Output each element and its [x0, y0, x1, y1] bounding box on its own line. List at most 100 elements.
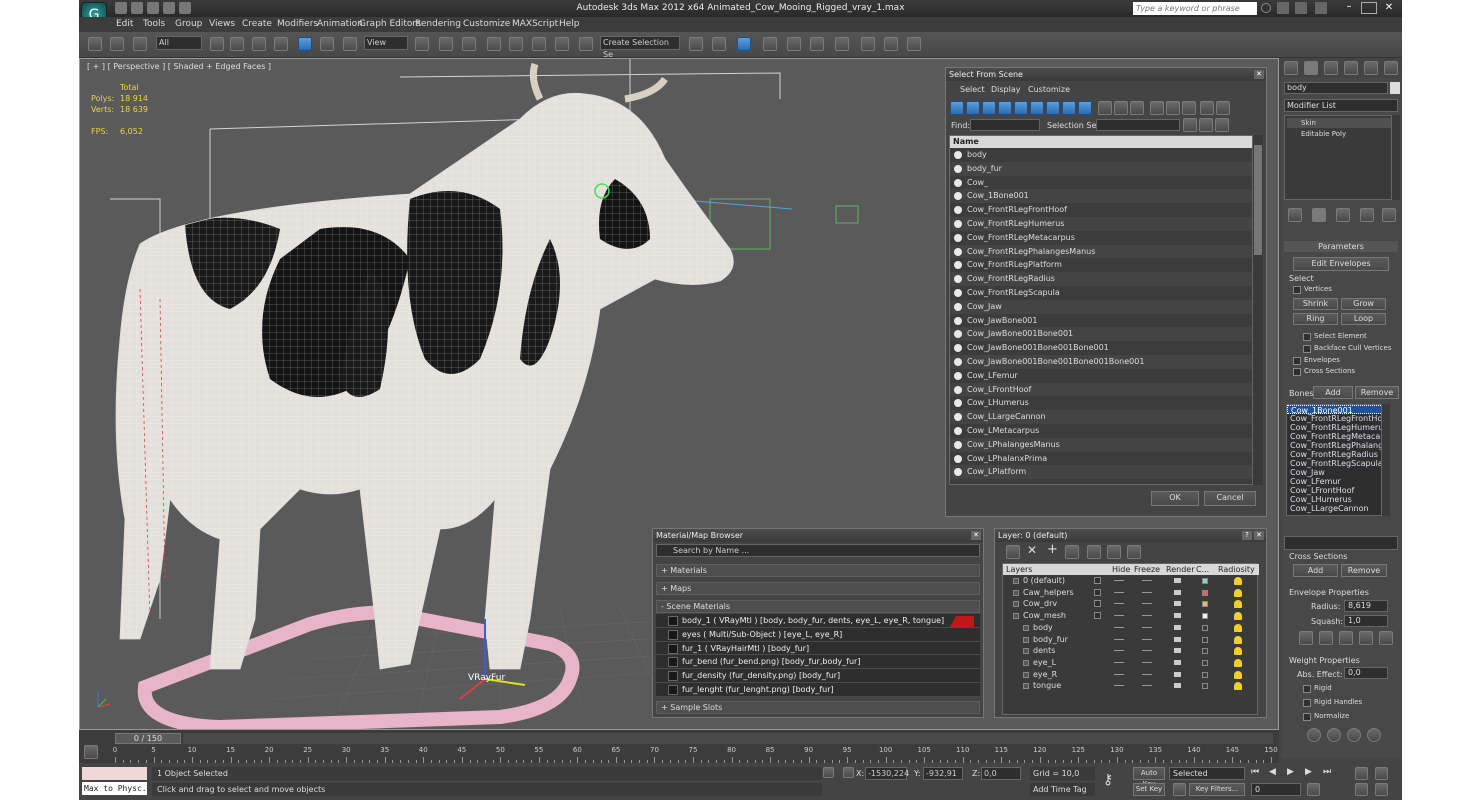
display-children-icon[interactable]	[1150, 101, 1164, 115]
bones-remove-button[interactable]: Remove	[1355, 386, 1399, 399]
rigid-handles-checkbox[interactable]	[1303, 699, 1311, 707]
layer-row[interactable]: eye_R	[1003, 669, 1259, 681]
edit-named-selection-icon[interactable]	[579, 37, 593, 51]
select-from-scene-close-icon[interactable]: ✕	[1254, 70, 1264, 79]
layer-col-freeze[interactable]: Freeze	[1134, 564, 1160, 575]
sfs-filter-funnel-icon[interactable]	[1200, 101, 1214, 115]
bone-list-item[interactable]: Cow_1Bone001	[1287, 405, 1381, 415]
menu-group[interactable]: Group	[175, 19, 202, 29]
select-element-checkbox[interactable]	[1303, 333, 1311, 341]
scene-object-row[interactable]: Cow_LHumerus	[950, 396, 1252, 411]
goto-end-icon[interactable]: ⏭	[1323, 767, 1331, 777]
sfs-cancel-button[interactable]: Cancel	[1204, 491, 1256, 506]
filter-none-icon[interactable]	[1114, 101, 1128, 115]
absolute-transform-icon[interactable]	[843, 767, 854, 778]
scene-object-row[interactable]: Cow_LPhalangesManus	[950, 437, 1252, 452]
mmb-section-materials[interactable]: + Materials	[656, 564, 980, 577]
select-and-move-icon[interactable]	[298, 37, 312, 51]
layer-row[interactable]: dents	[1003, 645, 1259, 657]
menu-customize[interactable]: Customize	[463, 19, 510, 29]
scene-object-row[interactable]: Cow_JawBone001Bone001	[950, 327, 1252, 342]
mmb-search-input[interactable]: Search by Name ...	[656, 544, 980, 557]
new-scene-icon[interactable]	[115, 2, 127, 14]
bone-list-item[interactable]: Cow_FrontRLegRadius	[1287, 450, 1381, 459]
filter-xrefs-icon[interactable]	[1062, 101, 1076, 115]
envelopes-checkbox[interactable]	[1293, 357, 1301, 365]
bone-list-item[interactable]: Cow_FrontRLegPhalangesM	[1287, 441, 1381, 450]
scene-material-row[interactable]: fur_bend (fur_bend.png) [body_fur,body_f…	[656, 655, 980, 670]
weight-preset-b-icon[interactable]	[1327, 728, 1341, 742]
rectangular-selection-icon[interactable]	[252, 37, 266, 51]
layer-render-teapot-icon[interactable]	[1174, 671, 1181, 677]
sfs-menu-customize[interactable]: Customize	[1028, 85, 1070, 94]
layer-radiosity-bulb-icon[interactable]	[1234, 612, 1242, 621]
mmb-close-icon[interactable]: ✕	[971, 531, 981, 540]
layer-row[interactable]: tongue	[1003, 680, 1259, 692]
menu-create[interactable]: Create	[242, 19, 272, 29]
squash-input[interactable]: 1,0	[1344, 615, 1388, 627]
layer-hide-all-icon[interactable]	[1107, 545, 1121, 559]
scene-object-row[interactable]: Cow_LFrontHoof	[950, 382, 1252, 397]
layer-radiosity-bulb-icon[interactable]	[1234, 588, 1242, 597]
filter-groups-icon[interactable]	[1046, 101, 1060, 115]
filter-invert-icon[interactable]	[1130, 101, 1144, 115]
layer-radiosity-bulb-icon[interactable]	[1234, 600, 1242, 609]
layer-color-swatch[interactable]	[1202, 671, 1208, 678]
show-end-result-icon[interactable]	[1312, 208, 1326, 222]
scene-object-row[interactable]: Cow_FrontRLegMetacarpus	[950, 230, 1252, 245]
radius-input[interactable]: 8,619	[1344, 600, 1388, 612]
scene-object-row[interactable]: Cow_1Bone001	[950, 189, 1252, 204]
scene-material-row[interactable]: body_1 ( VRayMtl ) [body, body_fur, dent…	[656, 614, 980, 628]
cross-sections-checkbox[interactable]	[1293, 368, 1301, 376]
scene-object-row[interactable]: body_fur	[950, 161, 1252, 176]
sfs-sync-icon[interactable]	[1216, 101, 1230, 115]
weight-preset-d-icon[interactable]	[1367, 728, 1381, 742]
y-coord-input[interactable]: -932,91	[923, 767, 963, 780]
layer-hide-toggle[interactable]	[1114, 685, 1124, 687]
cross-section-remove-button[interactable]: Remove	[1341, 564, 1387, 577]
copy-envelope-icon[interactable]	[1359, 631, 1373, 645]
sfs-menu-display[interactable]: Display	[991, 85, 1021, 94]
make-unique-icon[interactable]	[1336, 208, 1350, 222]
layer-add-selection-icon[interactable]: +	[1047, 542, 1058, 557]
sfs-set-a-icon[interactable]	[1183, 118, 1197, 132]
sfs-set-b-icon[interactable]	[1199, 118, 1213, 132]
scene-object-row[interactable]: Cow_LLargeCannon	[950, 410, 1252, 424]
layer-hide-toggle[interactable]	[1114, 615, 1124, 617]
rigid-checkbox[interactable]	[1303, 685, 1311, 693]
cross-section-field[interactable]	[1284, 536, 1398, 550]
pivot-center-icon[interactable]	[415, 37, 429, 51]
layer-row[interactable]: Cow_mesh	[1003, 610, 1259, 622]
layer-current-checkbox[interactable]	[1094, 588, 1101, 596]
modifier-stack-scrollbar[interactable]	[1392, 115, 1400, 200]
layer-freeze-toggle[interactable]	[1142, 685, 1152, 687]
layer-freeze-all-icon[interactable]	[1127, 545, 1141, 559]
shrink-button[interactable]: Shrink	[1293, 298, 1338, 310]
keyboard-shortcut-override-icon[interactable]	[462, 37, 476, 51]
add-time-tag[interactable]: Add Time Tag	[1030, 783, 1095, 796]
bone-list-item[interactable]: Cow_LFemur	[1287, 477, 1381, 486]
bone-list-item[interactable]: Cow_FrontRLegScapula	[1287, 459, 1381, 468]
layer-freeze-toggle[interactable]	[1142, 626, 1152, 628]
close-icon[interactable]: ✕	[1381, 2, 1397, 14]
menu-maxscript[interactable]: MAXScript	[512, 19, 558, 29]
filter-spacewarps-icon[interactable]	[1030, 101, 1044, 115]
filter-geometry-icon[interactable]	[950, 101, 964, 115]
key-filters-button[interactable]: Key Filters...	[1189, 783, 1245, 796]
layer-color-swatch[interactable]	[1202, 659, 1208, 666]
object-color-swatch[interactable]	[1390, 82, 1400, 94]
layer-hide-toggle[interactable]	[1114, 661, 1124, 663]
layer-color-swatch[interactable]	[1202, 648, 1208, 655]
align-icon[interactable]	[712, 37, 726, 51]
filter-lights-icon[interactable]	[982, 101, 996, 115]
vertices-checkbox[interactable]	[1293, 286, 1301, 294]
paste-envelope-icon[interactable]	[1379, 631, 1393, 645]
scene-object-row[interactable]: Cow_FrontRLegRadius	[950, 272, 1252, 286]
key-selection-dropdown[interactable]: Selected	[1169, 767, 1245, 780]
scene-object-row[interactable]: Cow_FrontRLegScapula	[950, 286, 1252, 300]
layer-radiosity-bulb-icon[interactable]	[1234, 670, 1242, 679]
bone-list-item[interactable]: Cow_LLargeCannon	[1287, 504, 1381, 513]
maxscript-listener-top[interactable]	[82, 767, 147, 780]
layer-radiosity-bulb-icon[interactable]	[1234, 682, 1242, 691]
bind-space-warp-icon[interactable]	[133, 37, 147, 51]
